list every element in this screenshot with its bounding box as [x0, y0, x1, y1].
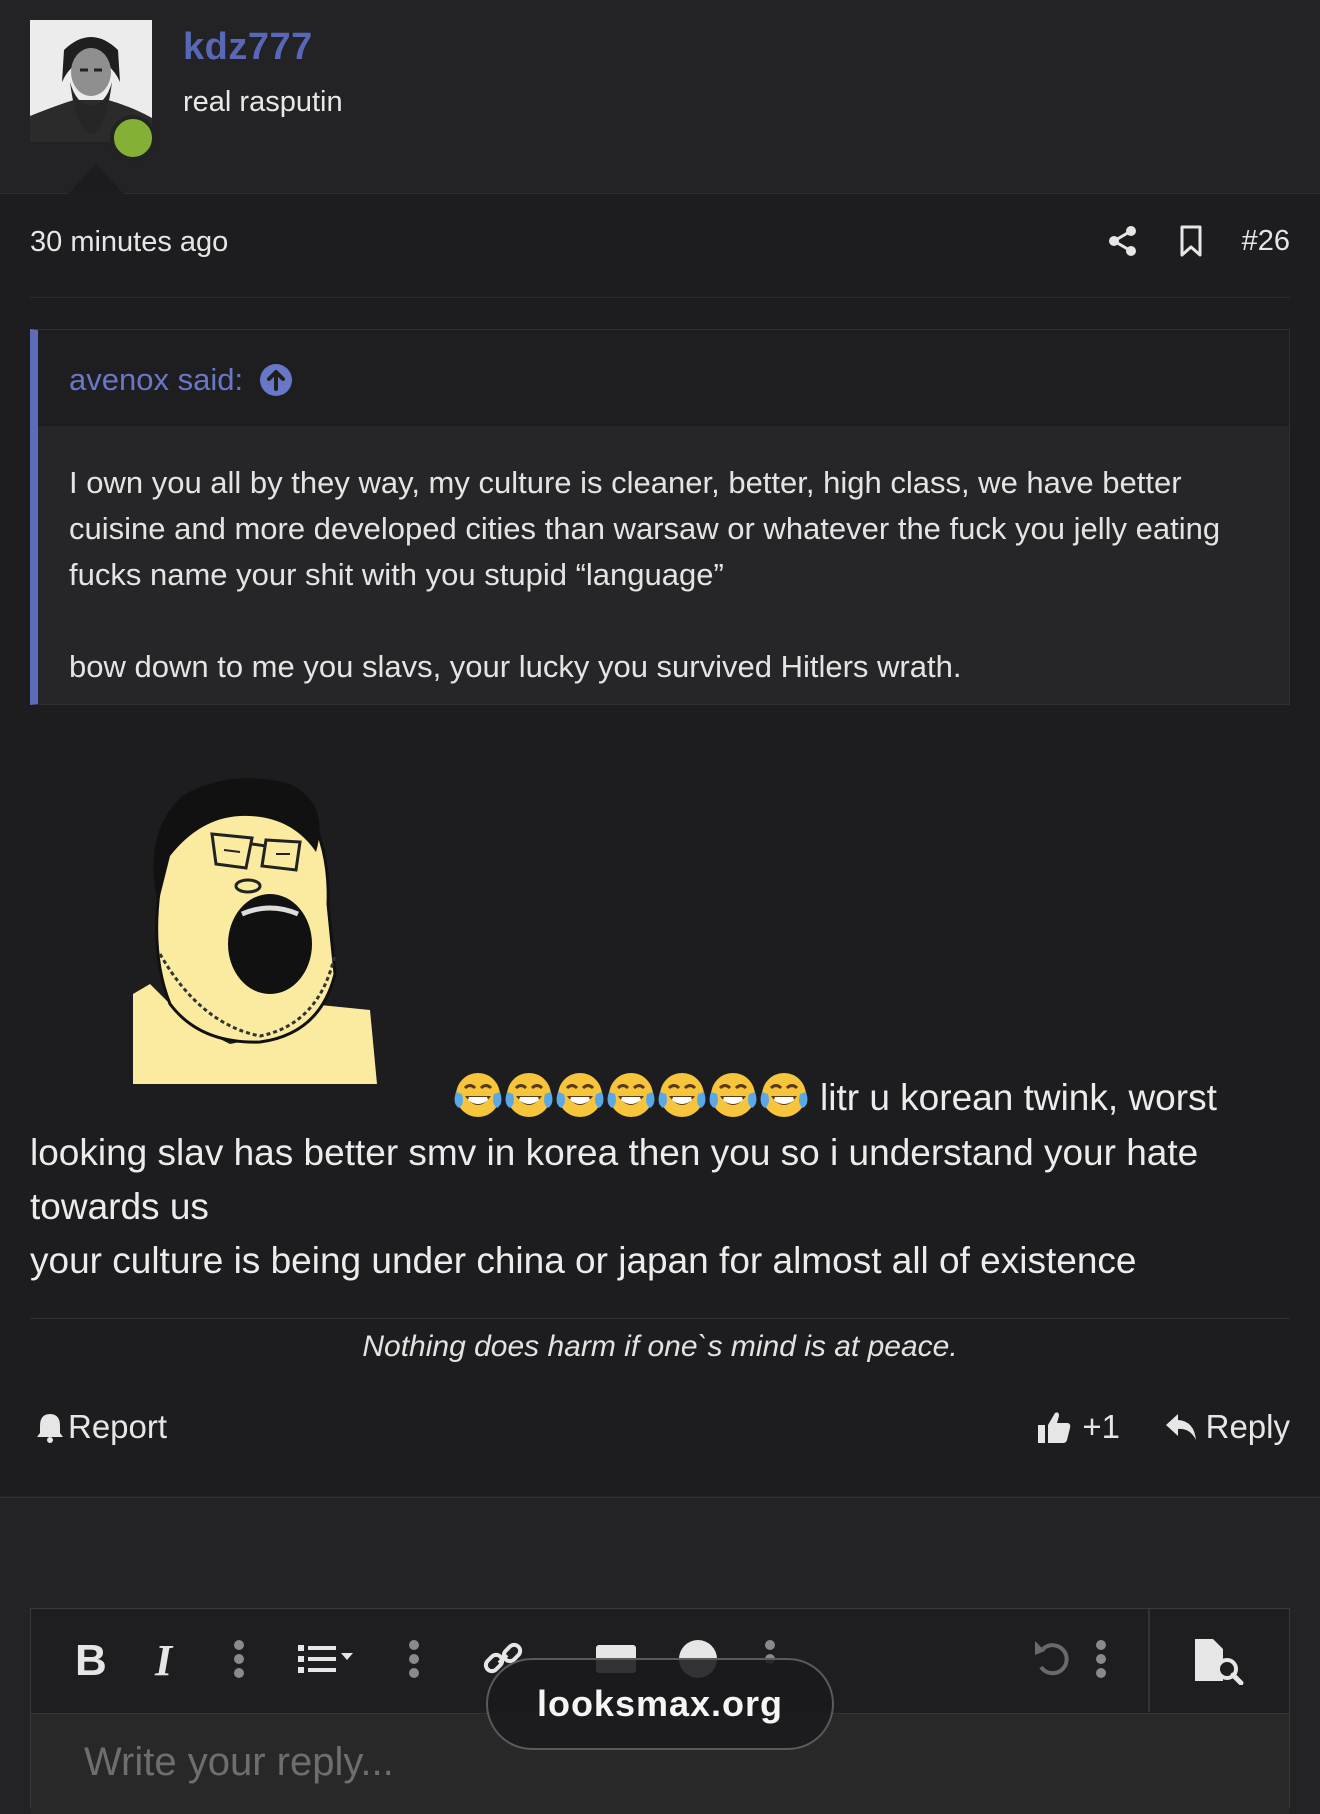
jump-to-quote-icon[interactable]: [259, 363, 293, 397]
reply-button[interactable]: Reply: [1164, 1408, 1290, 1446]
undo-icon[interactable]: [1031, 1637, 1075, 1681]
user-title: real rasputin: [183, 86, 343, 118]
quote-author[interactable]: avenox said:: [69, 362, 293, 398]
quote-author-label: avenox said:: [69, 362, 244, 397]
like-button[interactable]: +1: [1036, 1408, 1120, 1446]
quote-block: avenox said: I own you all by they way, …: [30, 329, 1290, 705]
more-options-icon[interactable]: [233, 1637, 245, 1681]
preview-icon[interactable]: [1191, 1637, 1245, 1685]
post-time[interactable]: 30 minutes ago: [30, 226, 228, 259]
emoji-row: [453, 1070, 810, 1120]
watermark: looksmax.org: [486, 1658, 834, 1750]
more-options-icon[interactable]: [408, 1637, 420, 1681]
message-text: litr u korean twink, worst: [820, 1077, 1217, 1118]
quote-paragraph: I own you all by they way, my culture is…: [69, 465, 1221, 592]
username[interactable]: kdz777: [183, 26, 313, 69]
svg-text:I: I: [154, 1637, 174, 1681]
tears-of-joy-emoji: [505, 1073, 553, 1117]
bold-icon[interactable]: B: [71, 1637, 111, 1681]
thumbs-up-icon: [1038, 1412, 1071, 1443]
header-arrow: [68, 164, 124, 194]
italic-icon[interactable]: I: [151, 1637, 183, 1681]
bookmark-icon[interactable]: [1174, 224, 1208, 258]
toolbar-divider: [1148, 1609, 1150, 1712]
share-icon[interactable]: [1106, 224, 1140, 258]
tears-of-joy-emoji: [607, 1073, 655, 1117]
svg-text:B: B: [75, 1637, 107, 1681]
reply-arrow-icon: [1165, 1414, 1196, 1440]
message-line: your culture is being under china or jap…: [30, 1240, 1137, 1281]
report-button[interactable]: Report: [36, 1408, 167, 1446]
post-body: 30 minutes ago #26 avenox said: I own yo…: [0, 194, 1320, 1496]
signature: Nothing does harm if one`s mind is at pe…: [362, 1330, 958, 1363]
tears-of-joy-emoji: [454, 1073, 502, 1117]
reply-label: Reply: [1205, 1408, 1290, 1445]
reply-placeholder: Write your reply...: [84, 1740, 394, 1784]
tears-of-joy-emoji: [760, 1073, 808, 1117]
message-line: looking slav has better smv in korea the…: [30, 1132, 1199, 1173]
user-header: kdz777 real rasputin: [0, 0, 1320, 194]
post-meta: 30 minutes ago #26: [30, 194, 1290, 298]
message-line: towards us: [30, 1186, 209, 1227]
soyjak-image[interactable]: [130, 774, 380, 1084]
bell-icon: [37, 1414, 63, 1443]
tears-of-joy-emoji: [709, 1073, 757, 1117]
online-status-indicator: [110, 115, 156, 161]
quote-text: I own you all by they way, my culture is…: [69, 460, 1269, 690]
quote-paragraph: bow down to me you slavs, your lucky you…: [69, 649, 962, 684]
like-count: +1: [1082, 1408, 1120, 1445]
more-options-icon[interactable]: [1095, 1637, 1107, 1681]
list-icon[interactable]: [296, 1637, 354, 1681]
reply-editor-area: B I Write your reply...: [0, 1497, 1320, 1814]
signature-divider: [30, 1318, 1290, 1319]
post-number[interactable]: #26: [1242, 225, 1290, 258]
post-actions: Report +1 Reply: [36, 1408, 1290, 1458]
tears-of-joy-emoji: [556, 1073, 604, 1117]
message-body: looking slav has better smv in korea the…: [30, 1126, 1300, 1288]
tears-of-joy-emoji: [658, 1073, 706, 1117]
report-label: Report: [68, 1408, 168, 1445]
